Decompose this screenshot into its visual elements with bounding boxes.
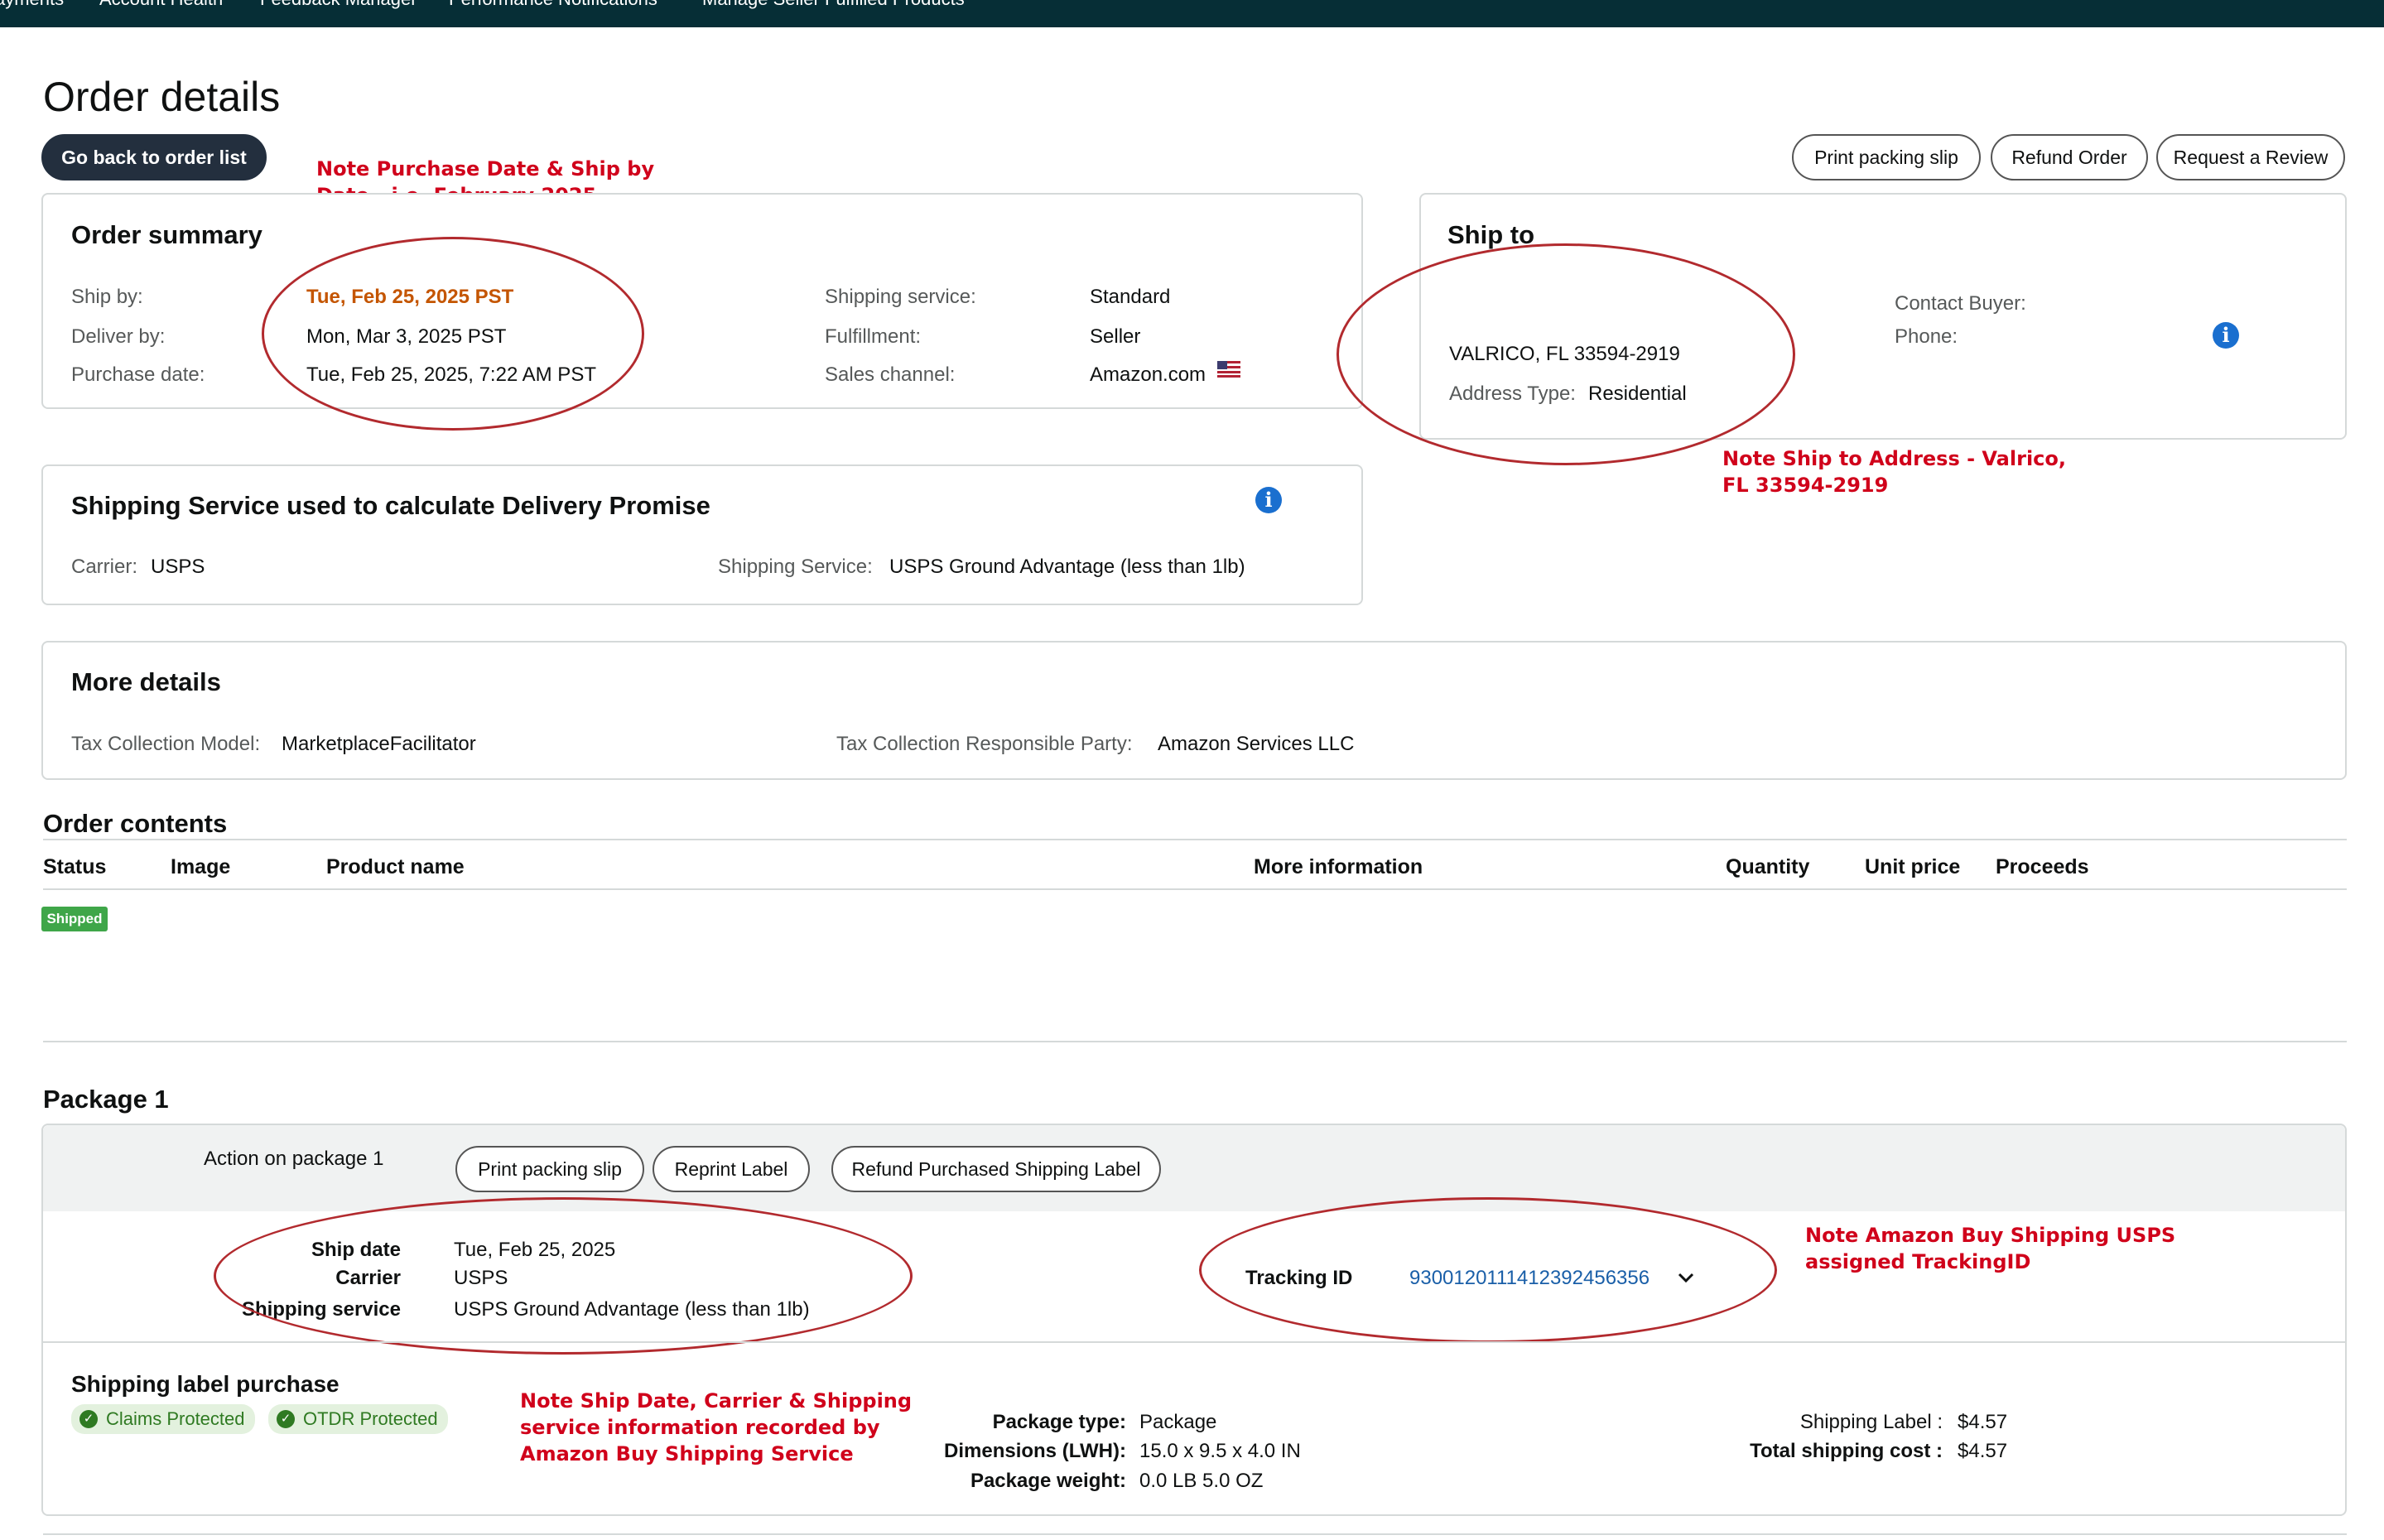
annotation-circle-dates (262, 237, 644, 431)
shipping-service-card-label: Shipping Service: (718, 556, 873, 578)
tax-party-value: Amazon Services LLC (1158, 733, 1355, 755)
label-purchase-title: Shipping label purchase (71, 1371, 340, 1397)
more-details-title: More details (71, 667, 221, 696)
col-product-name: Product name (326, 855, 465, 878)
shipping-service-value: Standard (1090, 286, 1171, 308)
package-weight-label: Package weight: (970, 1470, 1126, 1492)
top-nav: ayments Account Health Feedback Manager … (0, 0, 2384, 27)
refund-order-button[interactable]: Refund Order (1991, 134, 2148, 180)
total-shipping-cost-label: Total shipping cost : (1750, 1440, 1943, 1462)
status-badge: Shipped (41, 907, 108, 931)
shipping-service-card-title: Shipping Service used to calculate Deliv… (71, 491, 710, 520)
phone-label: Phone: (1895, 325, 1958, 348)
col-proceeds: Proceeds (1996, 855, 2089, 878)
check-icon: ✓ (79, 1410, 98, 1428)
total-shipping-cost-value: $4.57 (1958, 1440, 2008, 1462)
col-quantity: Quantity (1726, 855, 1810, 878)
nav-feedback-manager[interactable]: Feedback Manager (260, 0, 417, 10)
annotation-circle-ship-date (214, 1197, 913, 1355)
action-on-package-label: Action on package 1 (204, 1148, 384, 1170)
nav-account-health[interactable]: Account Health (99, 0, 223, 10)
shipping-service-label: Shipping service: (825, 286, 976, 308)
annotation-ship-date: Note Ship Date, Carrier & Shipping servi… (520, 1389, 913, 1465)
package-title: Package 1 (43, 1085, 169, 1114)
sales-channel-value: Amazon.com (1090, 363, 1206, 386)
col-status: Status (43, 855, 107, 878)
shipping-service-card-value: USPS Ground Advantage (less than 1lb) (889, 556, 1245, 578)
divider (43, 1041, 2347, 1042)
refund-shipping-label-button[interactable]: Refund Purchased Shipping Label (831, 1146, 1161, 1192)
divider (43, 1341, 2345, 1343)
package-weight-value: 0.0 LB 5.0 OZ (1139, 1470, 1264, 1492)
package-action-bar (43, 1125, 2345, 1211)
divider (43, 888, 2347, 890)
sales-channel-label: Sales channel: (825, 363, 956, 386)
info-icon[interactable]: i (1255, 487, 1282, 513)
page-title: Order details (43, 74, 281, 120)
carrier-value: USPS (151, 556, 205, 578)
dimensions-value: 15.0 x 9.5 x 4.0 IN (1139, 1440, 1301, 1462)
shipping-service-card (41, 464, 1363, 605)
carrier-label: Carrier: (71, 556, 138, 578)
purchase-date-label: Purchase date: (71, 363, 205, 386)
nav-performance-notifications[interactable]: Performance Notifications (449, 0, 657, 10)
divider (43, 839, 2347, 840)
annotation-circle-tracking (1199, 1197, 1777, 1343)
col-image: Image (171, 855, 231, 878)
reprint-label-button[interactable]: Reprint Label (653, 1146, 810, 1192)
go-back-button[interactable]: Go back to order list (41, 134, 267, 180)
order-contents-title: Order contents (43, 809, 228, 838)
order-summary-title: Order summary (71, 220, 262, 249)
tax-party-label: Tax Collection Responsible Party: (836, 733, 1133, 755)
annotation-circle-address (1336, 243, 1795, 465)
annotation-ship-to: Note Ship to Address - Valrico, FL 33594… (1722, 447, 2066, 497)
info-icon[interactable]: i (2213, 322, 2239, 349)
divider (43, 1533, 2347, 1535)
package-print-packing-slip-button[interactable]: Print packing slip (455, 1146, 644, 1192)
contact-buyer-label: Contact Buyer: (1895, 292, 2026, 315)
nav-payments[interactable]: ayments (0, 0, 64, 10)
deliver-by-label: Deliver by: (71, 325, 166, 348)
shipping-label-cost-value: $4.57 (1958, 1411, 2008, 1433)
fulfillment-label: Fulfillment: (825, 325, 922, 348)
print-packing-slip-button[interactable]: Print packing slip (1792, 134, 1981, 180)
nav-manage-seller-fulfilled[interactable]: Manage Seller Fulfilled Products (702, 0, 965, 10)
tax-model-value: MarketplaceFacilitator (282, 733, 476, 755)
claims-protected-badge: ✓ Claims Protected (71, 1404, 255, 1434)
request-review-button[interactable]: Request a Review (2156, 134, 2345, 180)
annotation-tracking: Note Amazon Buy Shipping USPS assigned T… (1805, 1224, 2176, 1273)
otdr-protected-badge: ✓ OTDR Protected (268, 1404, 448, 1434)
shipping-label-cost-label: Shipping Label : (1799, 1411, 1943, 1433)
check-icon: ✓ (277, 1410, 295, 1428)
dimensions-label: Dimensions (LWH): (944, 1440, 1126, 1462)
package-type-label: Package type: (992, 1411, 1126, 1433)
package-type-value: Package (1139, 1411, 1217, 1433)
fulfillment-value: Seller (1090, 325, 1141, 348)
col-more-information: More information (1254, 855, 1423, 878)
ship-by-label: Ship by: (71, 286, 143, 308)
col-unit-price: Unit price (1865, 855, 1961, 878)
more-details-card (41, 641, 2347, 780)
us-flag-icon (1217, 361, 1240, 378)
tax-model-label: Tax Collection Model: (71, 733, 261, 755)
